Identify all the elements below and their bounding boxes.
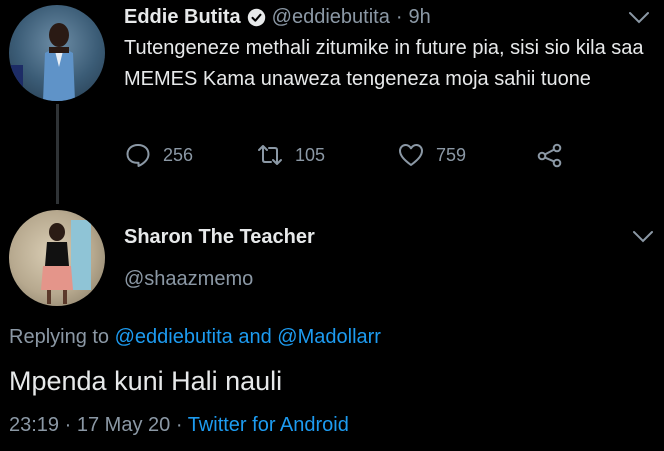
reply-time: 23:19 [9,414,60,436]
reply-author-handle[interactable]: @shaazmemo [124,268,253,291]
tweet-header: Eddie Butita @eddiebutita · 9h [124,4,431,30]
like-button[interactable]: 759 [397,141,466,169]
reply-date: 17 May 20 [76,414,171,436]
tweet-thread-screen: Eddie Butita @eddiebutita · 9h Tutengene… [0,0,664,451]
chevron-down-icon[interactable] [626,10,652,26]
reply-count: 256 [163,144,194,165]
author-name[interactable]: Eddie Butita [124,6,241,29]
mention-eddiebutita[interactable]: @eddiebutita [115,326,233,348]
reply-text: Mpenda kuni Hali nauli [9,366,283,396]
retweet-count: 105 [295,144,326,165]
avatar-sharon-the-teacher[interactable] [9,210,105,306]
like-count: 759 [436,144,467,165]
avatar-photo-icon [9,23,75,101]
reply-icon [126,144,150,167]
tweet-source-link[interactable]: Twitter for Android [188,414,349,436]
tweet-text: Tutengeneze methali zitumike in future p… [124,37,644,90]
chevron-down-icon[interactable] [630,229,656,245]
tweet-time-ago[interactable]: 9h [409,6,431,29]
heart-icon [399,144,423,166]
retweet-icon [258,145,282,165]
replying-to-prefix: Replying to [9,326,110,348]
verified-badge-icon [247,8,265,26]
replying-to-line: Replying to @eddiebutita and @Madollarr [9,326,381,349]
meta-separator: · [64,414,72,436]
share-button[interactable] [536,141,564,169]
thread-connector-line [56,104,59,204]
mention-madollarr[interactable]: @Madollarr [277,326,381,348]
meta-separator: · [175,414,183,436]
header-separator: · [395,5,403,28]
avatar-eddie-butita[interactable] [9,5,105,101]
avatar-photo-icon [41,220,91,304]
reply-author-name[interactable]: Sharon The Teacher [124,226,315,249]
retweet-button[interactable]: 105 [256,141,325,169]
reply-meta: 23:19 · 17 May 20 · Twitter for Android [9,414,349,437]
reply-button[interactable]: 256 [124,141,193,169]
author-handle[interactable]: @eddiebutita [272,6,390,29]
replying-and[interactable]: and [238,326,271,348]
share-icon [537,143,562,168]
